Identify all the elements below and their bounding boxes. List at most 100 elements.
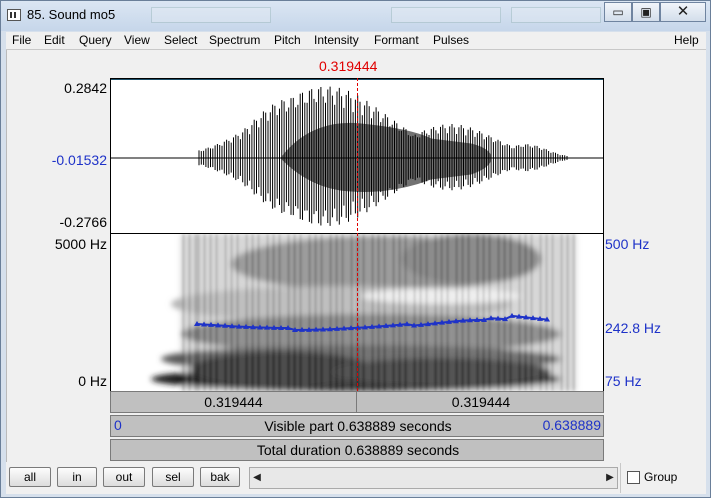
menu-spectrum[interactable]: Spectrum <box>209 33 260 47</box>
spectrogram-striation <box>411 234 413 391</box>
spectrogram-striation <box>495 234 497 391</box>
cursor-time-bar[interactable]: 0.319444 0.319444 <box>110 391 604 413</box>
spectrogram-striation <box>297 234 299 391</box>
spectrogram-striation <box>285 234 287 391</box>
visible-part-label: Visible part 0.638889 seconds <box>264 418 452 434</box>
spectrogram-striation <box>255 234 257 391</box>
visible-part-bar[interactable]: 0 Visible part 0.638889 seconds 0.638889 <box>110 415 604 437</box>
spectrogram-striation <box>336 234 338 391</box>
spectrogram-striation <box>363 234 365 391</box>
window-controls: ▭ ▣ ✕ <box>604 2 706 22</box>
spectrogram-striation <box>273 234 275 391</box>
waveform-ymax-label: 0.2842 <box>64 80 107 96</box>
spectrogram-striation <box>522 234 524 391</box>
spectrogram-striation <box>435 234 437 391</box>
menu-select[interactable]: Select <box>164 33 197 47</box>
spectrogram-striation <box>570 234 572 391</box>
time-scrollbar[interactable]: ◀ ▶ <box>249 467 618 489</box>
zoom-sel-button[interactable]: sel <box>152 467 194 487</box>
spectrogram-striation <box>384 234 386 391</box>
menu-edit[interactable]: Edit <box>44 33 65 47</box>
spectrogram-fmin-label: 0 Hz <box>78 373 107 389</box>
spectrogram-striation <box>486 234 488 391</box>
menu-file[interactable]: File <box>12 33 31 47</box>
spectrogram-striation <box>270 234 272 391</box>
spectrogram-striation <box>303 234 305 391</box>
spectrogram-striation <box>456 234 458 391</box>
waveform-ymin-label: -0.2766 <box>59 214 107 230</box>
spectrogram-striation <box>204 234 206 391</box>
total-duration-bar[interactable]: Total duration 0.638889 seconds <box>110 439 604 461</box>
group-checkbox[interactable] <box>627 471 640 484</box>
spectrogram-striation <box>195 234 197 391</box>
spectrogram-striation <box>354 234 356 391</box>
menu-help[interactable]: Help <box>674 33 699 47</box>
spectrogram-striation <box>279 234 281 391</box>
menu-pitch[interactable]: Pitch <box>274 33 301 47</box>
spectrogram-striation <box>492 234 494 391</box>
time-bar-left[interactable]: 0.319444 <box>111 392 357 412</box>
group-label: Group <box>644 470 678 484</box>
spectrogram-striation <box>528 234 530 391</box>
spectrogram-striation <box>339 234 341 391</box>
visible-end-label: 0.638889 <box>542 417 601 433</box>
menu-pulses[interactable]: Pulses <box>433 33 469 47</box>
background-window-ghost <box>141 3 611 29</box>
spectrogram-striation <box>372 234 374 391</box>
zoom-in-button[interactable]: in <box>57 467 97 487</box>
time-bar-right[interactable]: 0.319444 <box>358 392 604 412</box>
menu-intensity[interactable]: Intensity <box>314 33 359 47</box>
spectrogram-striation <box>510 234 512 391</box>
spectrogram-striation <box>429 234 431 391</box>
spectrogram-striation <box>324 234 326 391</box>
menu-query[interactable]: Query <box>79 33 112 47</box>
spectrogram-striation <box>237 234 239 391</box>
scroll-right-icon[interactable]: ▶ <box>603 468 617 488</box>
spectrogram-striation <box>438 234 440 391</box>
divider <box>620 463 621 493</box>
spectrogram-striation <box>393 234 395 391</box>
spectrogram-striation <box>447 234 449 391</box>
spectrogram-striation <box>291 234 293 391</box>
spectrogram-striation <box>426 234 428 391</box>
zoom-all-button[interactable]: all <box>9 467 51 487</box>
menu-formant[interactable]: Formant <box>374 33 419 47</box>
pitch-max-label: 500 Hz <box>605 236 650 252</box>
spectrogram-striation <box>549 234 551 391</box>
spectrogram-striation <box>330 234 332 391</box>
title-bar[interactable]: 85. Sound mo5 ▭ ▣ ✕ <box>1 1 710 31</box>
cursor-line <box>357 78 358 391</box>
spectrogram-striation <box>312 234 314 391</box>
spectrogram-fmax-label: 5000 Hz <box>54 236 107 252</box>
spectrogram-striation <box>417 234 419 391</box>
spectrogram-striation <box>555 234 557 391</box>
spectrogram-striation <box>540 234 542 391</box>
spectrogram-striation <box>342 234 344 391</box>
spectrogram-striation <box>546 234 548 391</box>
spectrogram-striation <box>351 234 353 391</box>
spectrogram-striation <box>189 234 191 391</box>
spectrogram-striation <box>207 234 209 391</box>
spectrogram-striation <box>219 234 221 391</box>
zoom-out-button[interactable]: out <box>103 467 145 487</box>
spectrogram-striation <box>474 234 476 391</box>
spectrogram-striation <box>222 234 224 391</box>
spectrogram-striation <box>345 234 347 391</box>
spectrogram-striation <box>516 234 518 391</box>
minimize-button[interactable]: ▭ <box>604 2 632 22</box>
spectrogram-striation <box>240 234 242 391</box>
spectrogram-striation <box>453 234 455 391</box>
menu-view[interactable]: View <box>124 33 150 47</box>
spectrogram-striation <box>534 234 536 391</box>
spectrogram-striation <box>477 234 479 391</box>
zoom-back-button[interactable]: bak <box>200 467 240 487</box>
spectrogram-striation <box>369 234 371 391</box>
spectrogram-striation <box>210 234 212 391</box>
maximize-button[interactable]: ▣ <box>632 2 660 22</box>
spectrogram-striation <box>567 234 569 391</box>
scroll-left-icon[interactable]: ◀ <box>250 468 264 488</box>
spectrogram-striation <box>318 234 320 391</box>
spectrogram-striation <box>390 234 392 391</box>
close-button[interactable]: ✕ <box>660 2 706 22</box>
spectrogram-striation <box>201 234 203 391</box>
